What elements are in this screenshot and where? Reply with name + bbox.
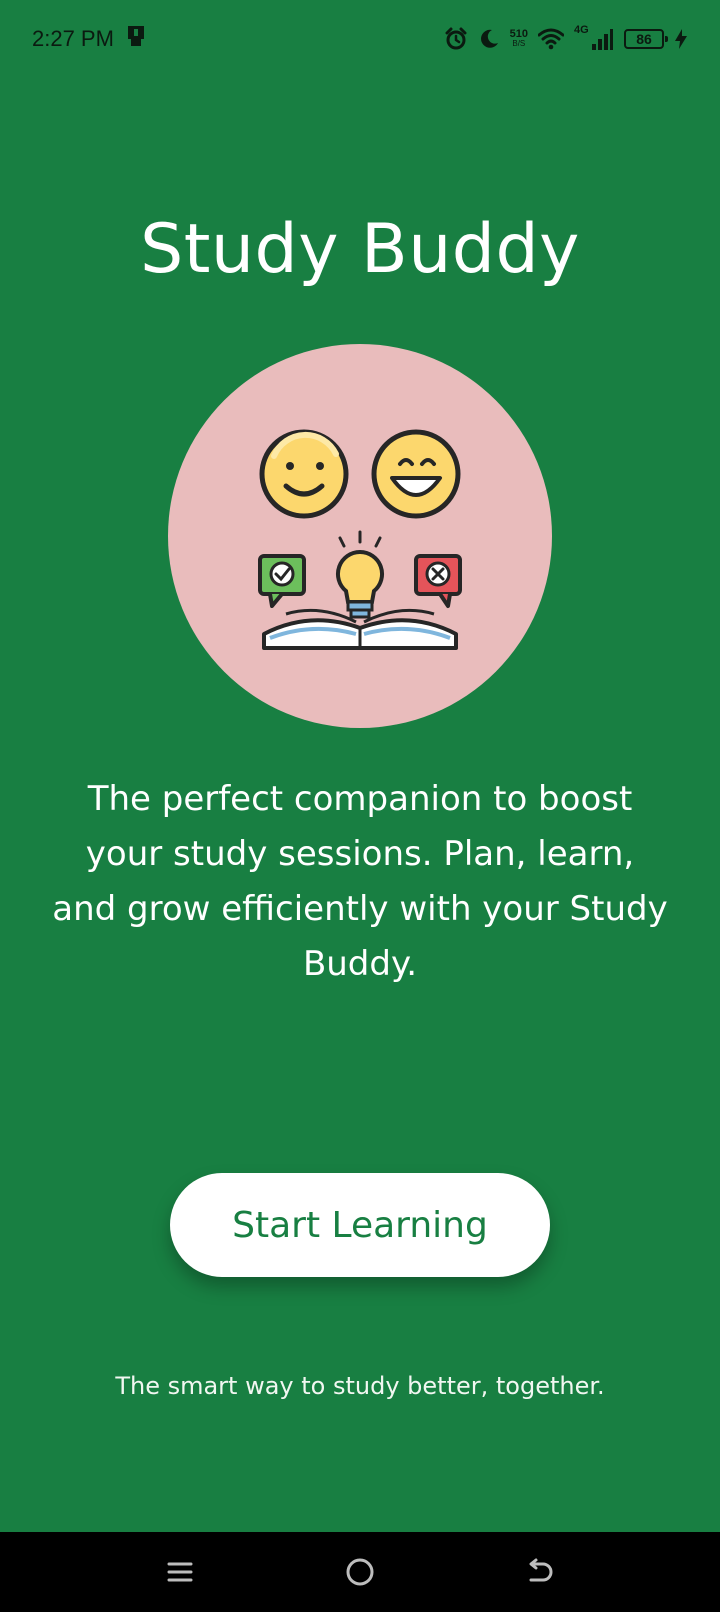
battery-icon: 86 xyxy=(624,29,668,49)
hero-illustration-circle xyxy=(168,344,552,728)
app-description: The perfect companion to boost your stud… xyxy=(52,779,668,984)
x-bubble-icon xyxy=(414,554,462,608)
net-speed: 510 B/S xyxy=(510,29,528,49)
menu-icon[interactable] xyxy=(158,1550,202,1594)
smiley-face-icon xyxy=(259,429,349,519)
navigation-bar xyxy=(0,1532,720,1612)
wifi-icon xyxy=(538,28,564,50)
study-buddy-illustration xyxy=(258,429,462,650)
status-left: 2:27 PM xyxy=(32,25,146,53)
app-title: Study Buddy xyxy=(140,210,580,289)
status-right: 510 B/S 4G 86 xyxy=(444,24,688,52)
back-icon[interactable] xyxy=(518,1550,562,1594)
signal-icon: 4G xyxy=(574,24,614,52)
home-icon[interactable] xyxy=(338,1550,382,1594)
net-speed-unit: B/S xyxy=(512,39,526,48)
status-bar: 2:27 PM 510 B/S 4G 86 xyxy=(0,0,720,84)
charging-icon xyxy=(674,28,688,50)
notification-icon xyxy=(126,25,146,53)
laughing-face-icon xyxy=(371,429,461,519)
moon-icon xyxy=(478,28,500,50)
alarm-icon xyxy=(444,27,468,51)
status-time: 2:27 PM xyxy=(32,26,114,51)
app-tagline: The smart way to study better, together. xyxy=(115,1372,605,1400)
battery-level: 86 xyxy=(636,31,652,47)
lightbulb-icon xyxy=(335,530,385,619)
start-learning-button[interactable]: Start Learning xyxy=(170,1173,550,1277)
check-bubble-icon xyxy=(258,554,306,608)
